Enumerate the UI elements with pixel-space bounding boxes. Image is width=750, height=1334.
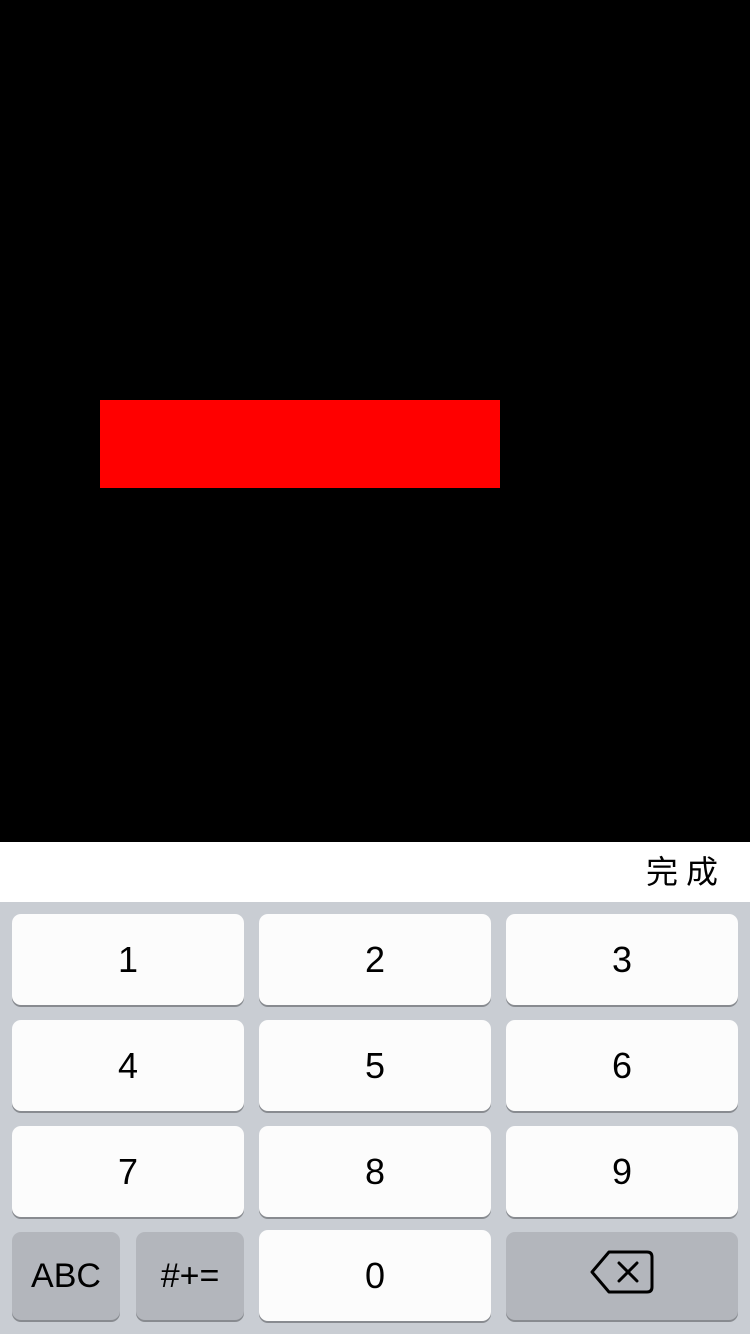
key-9[interactable]: 9 (506, 1126, 738, 1217)
key-5[interactable]: 5 (259, 1020, 491, 1111)
keyboard-accessory-bar: 完成 (0, 842, 750, 902)
numeric-keyboard: 1 2 3 4 5 6 7 8 9 ABC #+= 0 (0, 902, 750, 1334)
key-8[interactable]: 8 (259, 1126, 491, 1217)
done-button[interactable]: 完成 (646, 842, 726, 902)
key-6[interactable]: 6 (506, 1020, 738, 1111)
app-screen: 完成 1 2 3 4 5 6 7 8 9 ABC #+= 0 (0, 0, 750, 1334)
key-1[interactable]: 1 (12, 914, 244, 1005)
key-3[interactable]: 3 (506, 914, 738, 1005)
key-2[interactable]: 2 (259, 914, 491, 1005)
symbols-key[interactable]: #+= (136, 1232, 244, 1320)
backspace-icon (589, 1249, 655, 1304)
abc-key[interactable]: ABC (12, 1232, 120, 1320)
delete-key[interactable] (506, 1232, 738, 1320)
key-0[interactable]: 0 (259, 1230, 491, 1321)
key-7[interactable]: 7 (12, 1126, 244, 1217)
key-4[interactable]: 4 (12, 1020, 244, 1111)
red-rectangle (100, 400, 500, 488)
